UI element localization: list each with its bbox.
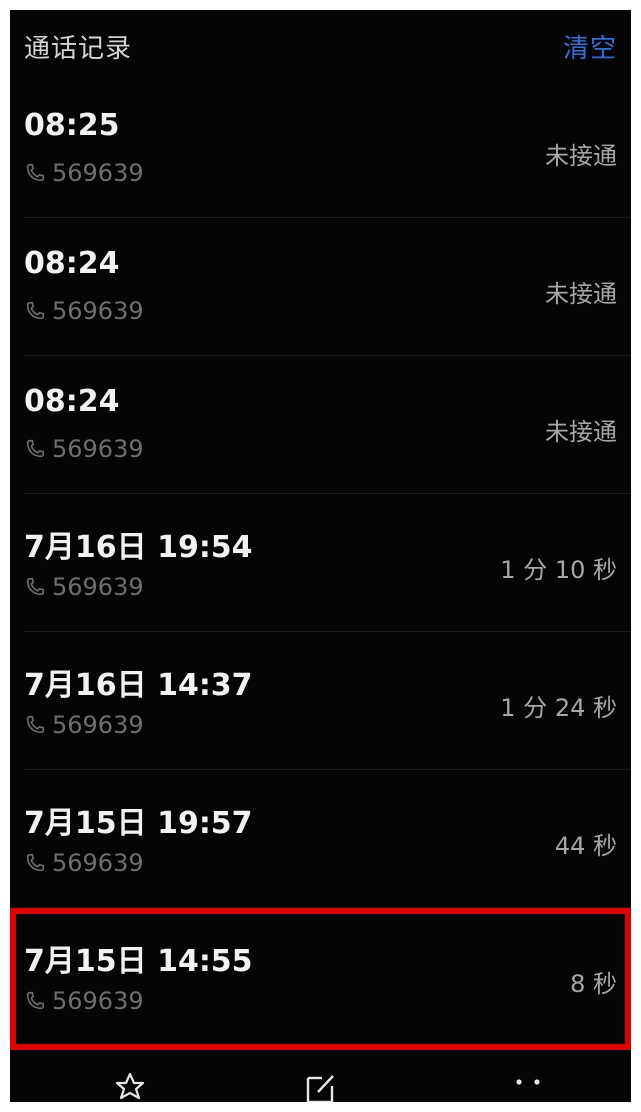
- phone-icon: [26, 991, 45, 1010]
- bottom-toolbar: [10, 1060, 631, 1102]
- call-status: 未接通: [545, 142, 617, 170]
- call-time: 08:24: [24, 384, 120, 419]
- call-number-line: 569639: [24, 572, 144, 602]
- call-number: 569639: [52, 573, 144, 601]
- phone-icon: [26, 715, 45, 734]
- call-status: 1 分 24 秒: [500, 694, 617, 722]
- edit-icon[interactable]: [300, 1068, 340, 1102]
- call-log-screen: 通话记录 清空 08:25 569639 未接通 08:24 569639 未接…: [10, 10, 631, 1102]
- more-icon[interactable]: [508, 1068, 548, 1102]
- call-number: 569639: [52, 711, 144, 739]
- star-icon[interactable]: [110, 1068, 150, 1102]
- call-number-line: 569639: [24, 710, 144, 740]
- call-number: 569639: [52, 297, 144, 325]
- call-time: 08:25: [24, 108, 120, 143]
- call-number: 569639: [52, 159, 144, 187]
- call-number-line: 569639: [24, 158, 144, 188]
- call-number-line: 569639: [24, 848, 144, 878]
- phone-icon: [26, 439, 45, 458]
- call-row[interactable]: 08:24 569639 未接通: [10, 218, 631, 356]
- call-time: 7月15日 19:57: [24, 806, 253, 841]
- call-number: 569639: [52, 435, 144, 463]
- call-status: 8 秒: [570, 970, 617, 998]
- page-title: 通话记录: [24, 34, 133, 64]
- phone-icon: [26, 301, 45, 320]
- call-status: 1 分 10 秒: [500, 556, 617, 584]
- call-number-line: 569639: [24, 434, 144, 464]
- header: 通话记录 清空: [10, 10, 631, 80]
- call-row[interactable]: 08:25 569639 未接通: [10, 80, 631, 218]
- call-row[interactable]: 7月15日 19:57 569639 44 秒: [10, 770, 631, 908]
- call-number-line: 569639: [24, 986, 144, 1016]
- phone-icon: [26, 163, 45, 182]
- call-time: 08:24: [24, 246, 120, 281]
- call-number: 569639: [52, 987, 144, 1015]
- call-row-highlighted[interactable]: 7月15日 14:55 569639 8 秒: [10, 908, 631, 1050]
- call-time: 7月15日 14:55: [24, 944, 253, 979]
- call-status: 44 秒: [554, 832, 617, 860]
- call-row[interactable]: 7月16日 14:37 569639 1 分 24 秒: [10, 632, 631, 770]
- clear-button[interactable]: 清空: [563, 28, 617, 65]
- call-row[interactable]: 08:24 569639 未接通: [10, 356, 631, 494]
- call-status: 未接通: [545, 418, 617, 446]
- call-time: 7月16日 19:54: [24, 530, 253, 565]
- call-number-line: 569639: [24, 296, 144, 326]
- call-number: 569639: [52, 849, 144, 877]
- call-time: 7月16日 14:37: [24, 668, 253, 703]
- call-list: 08:25 569639 未接通 08:24 569639 未接通 08:24 …: [10, 80, 631, 1050]
- phone-icon: [26, 577, 45, 596]
- call-row[interactable]: 7月16日 19:54 569639 1 分 10 秒: [10, 494, 631, 632]
- call-status: 未接通: [545, 280, 617, 308]
- phone-icon: [26, 853, 45, 872]
